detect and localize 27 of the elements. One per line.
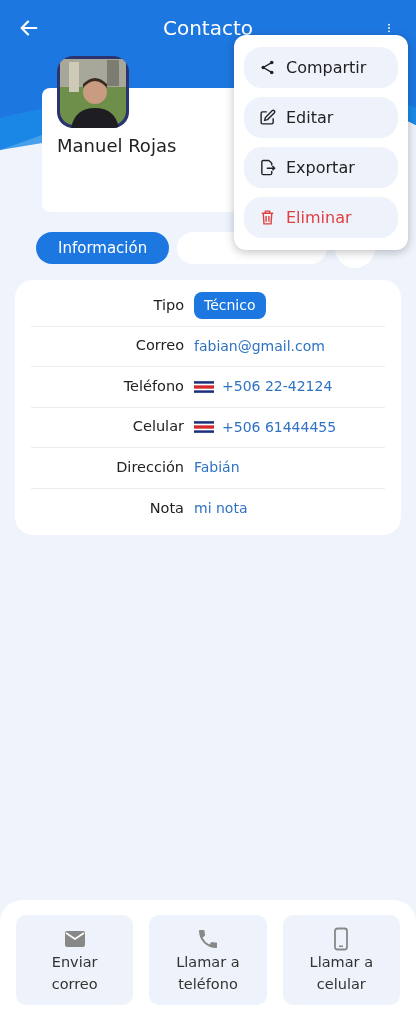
menu-item[interactable]: Exportar — [244, 147, 398, 188]
action-button[interactable]: Llamar a celular — [282, 915, 400, 1005]
field-label: Correo — [134, 336, 184, 356]
screen-title: Contacto — [162, 15, 254, 42]
menu-item[interactable]: Compartir — [244, 47, 398, 88]
menu-item[interactable]: Editar — [244, 97, 398, 138]
field-label: Celular — [131, 417, 184, 437]
field-value[interactable]: Fabián — [194, 457, 240, 479]
phone-icon — [196, 927, 220, 951]
field-label: Dirección — [115, 457, 184, 477]
action-button[interactable]: Enviar correo — [16, 915, 134, 1005]
share-icon — [259, 59, 276, 76]
field-label: Teléfono — [122, 376, 184, 396]
field-label: Tipo — [152, 295, 184, 315]
edit-icon — [259, 109, 276, 126]
action-button[interactable]: Llamar a teléfono — [149, 915, 267, 1005]
menu-item[interactable]: Eliminar — [244, 197, 398, 238]
field-label: Nota — [148, 498, 184, 518]
field-value[interactable]: fabian@gmail.com — [194, 335, 325, 357]
trash-icon — [259, 209, 276, 226]
phone-link[interactable]: +506 22-42124 — [222, 376, 333, 398]
phone-link[interactable]: +506 61444455 — [222, 416, 337, 438]
contact-name: Manuel Rojas — [57, 134, 177, 158]
type-badge: Técnico — [194, 292, 266, 320]
export-icon — [259, 159, 276, 176]
tab[interactable]: Información — [36, 232, 170, 264]
field-value[interactable]: mi nota — [194, 498, 248, 520]
